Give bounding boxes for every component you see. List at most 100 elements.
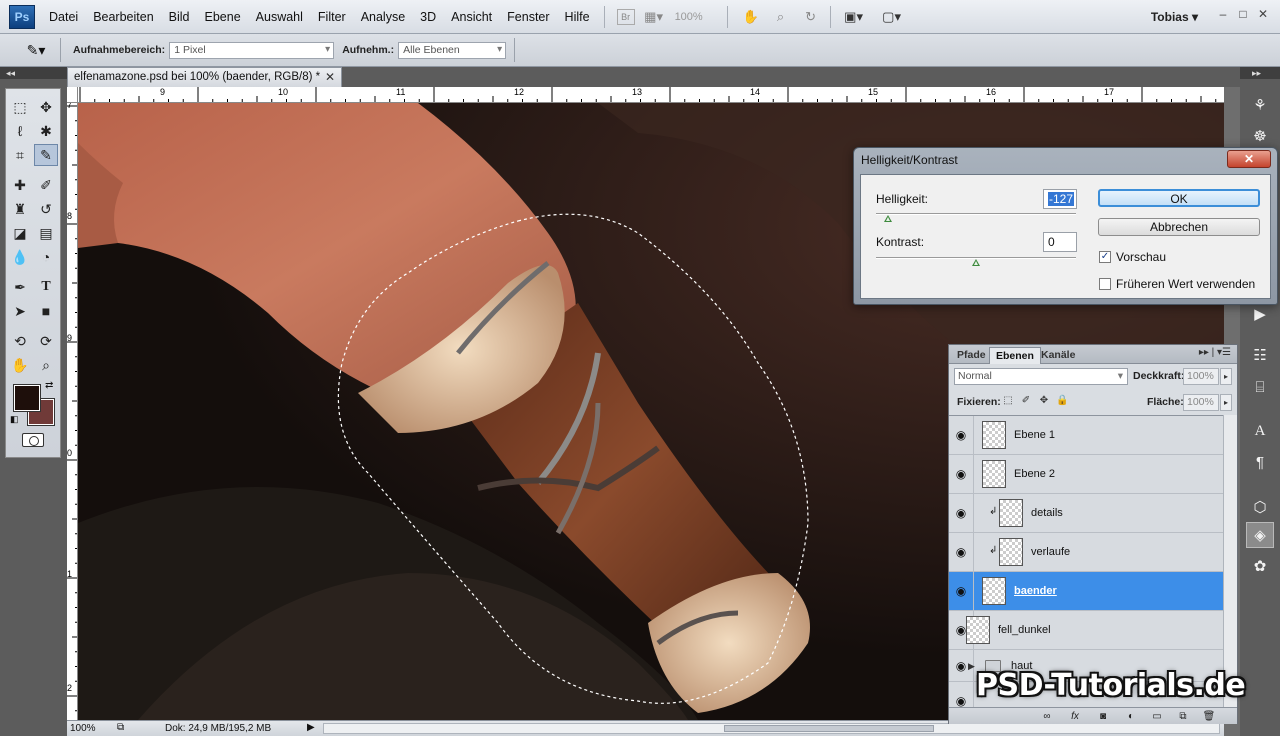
eye-icon[interactable]: ◉ xyxy=(949,455,974,493)
sample-layers-select[interactable]: Alle Ebenen xyxy=(398,41,507,59)
vertical-ruler[interactable]: 7 8 9 0 1 2 xyxy=(67,103,78,720)
sample-area-select[interactable]: 1 Pixel xyxy=(169,41,335,59)
blend-mode-select[interactable]: Normal xyxy=(954,368,1128,385)
adjustment-layer-icon[interactable]: ◐ xyxy=(1123,710,1139,723)
contrast-slider-thumb[interactable] xyxy=(972,259,980,266)
layer-style-icon[interactable]: fx xyxy=(1067,710,1083,723)
dialog-close-button[interactable]: ✕ xyxy=(1227,150,1271,168)
gradient-tool-icon[interactable]: ▤ xyxy=(34,222,58,244)
eye-icon[interactable]: ◉ xyxy=(949,572,974,610)
layer-row[interactable]: ◉ ↲ details xyxy=(949,494,1223,533)
menu-hilfe[interactable]: Hilfe xyxy=(565,10,590,24)
history-brush-tool-icon[interactable]: ↺ xyxy=(34,198,58,220)
brush-tool-icon[interactable]: ✐ xyxy=(34,174,58,196)
add-mask-icon[interactable]: ◙ xyxy=(1095,710,1111,723)
horizontal-scrollbar[interactable] xyxy=(323,723,1220,734)
close-icon[interactable]: ✕ xyxy=(1256,7,1270,21)
info-panel-icon[interactable]: ⌸ xyxy=(1246,374,1274,400)
status-zoom[interactable]: 100% xyxy=(70,723,96,734)
menu-bild[interactable]: Bild xyxy=(169,10,190,24)
eye-icon[interactable]: ◉ xyxy=(949,533,974,571)
workspace-user[interactable]: Tobias ▾ xyxy=(1151,10,1198,24)
dodge-tool-icon[interactable]: ◔ xyxy=(34,246,58,268)
menu-analyse[interactable]: Analyse xyxy=(361,10,405,24)
eraser-tool-icon[interactable]: ◪ xyxy=(8,222,32,244)
blur-tool-icon[interactable]: 💧 xyxy=(8,246,32,268)
hand-tool-icon[interactable]: ✋ xyxy=(8,354,32,376)
panel-menu-icon[interactable]: ▸▸ | ▾☰ xyxy=(1199,347,1231,358)
layer-row[interactable]: ◉ Ebene 1 xyxy=(949,416,1223,455)
move-tool-icon[interactable]: ✥ xyxy=(34,96,58,118)
3d-orbit-tool-icon[interactable]: ⟳ xyxy=(34,330,58,352)
lasso-tool-icon[interactable]: ℓ xyxy=(8,120,32,142)
close-icon[interactable]: ✕ xyxy=(325,70,335,84)
clone-stamp-tool-icon[interactable]: ♜ xyxy=(8,198,32,220)
quick-mask-icon[interactable] xyxy=(22,433,44,447)
ok-button[interactable]: OK xyxy=(1098,189,1260,207)
menu-fenster[interactable]: Fenster xyxy=(507,10,549,24)
dock-collapse-icon[interactable]: ▸▸ xyxy=(1240,67,1280,79)
menu-datei[interactable]: Datei xyxy=(49,10,78,24)
lock-pixels-icon[interactable]: ✐ xyxy=(1020,395,1032,407)
menu-ebene[interactable]: Ebene xyxy=(205,10,241,24)
rotate-view-icon[interactable]: ↻ xyxy=(800,7,822,27)
legacy-checkbox[interactable] xyxy=(1099,278,1111,290)
layer-row-selected[interactable]: ◉ baender xyxy=(949,572,1223,611)
adjustments-panel-icon[interactable]: ⚘ xyxy=(1246,92,1274,118)
eye-icon[interactable]: ◉ xyxy=(949,494,974,532)
document-tab[interactable]: elfenamazone.psd bei 100% (baender, RGB/… xyxy=(67,67,342,87)
status-info-icon[interactable]: ⧉ xyxy=(117,722,124,733)
layer-row[interactable]: ◉ Ebene 2 xyxy=(949,455,1223,494)
tab-ebenen[interactable]: Ebenen xyxy=(989,347,1041,364)
horizontal-scrollbar-thumb[interactable] xyxy=(724,725,934,732)
eyedropper-tool-icon[interactable]: ✎ xyxy=(34,144,58,166)
brightness-slider-thumb[interactable] xyxy=(884,215,892,222)
brightness-input[interactable]: -127 xyxy=(1043,189,1077,209)
layer-row[interactable]: ◉ fell_dunkel xyxy=(949,611,1223,650)
tools-panel-collapse-icon[interactable]: ◂◂ xyxy=(0,67,67,79)
histogram-panel-icon[interactable]: ☷ xyxy=(1246,342,1274,368)
opacity-input[interactable]: 100% xyxy=(1183,368,1219,385)
group-expand-icon[interactable]: ▶ xyxy=(968,661,975,672)
status-menu-arrow-icon[interactable]: ▶ xyxy=(307,722,315,733)
contrast-input[interactable]: 0 xyxy=(1043,232,1077,252)
maximize-icon[interactable]: □ xyxy=(1236,7,1250,21)
arrange-documents-icon[interactable]: ▣▾ xyxy=(843,7,865,27)
navigator-panel-icon[interactable]: ☸ xyxy=(1246,123,1274,149)
default-colors-icon[interactable]: ◧ xyxy=(10,414,19,425)
opacity-slider-arrow-icon[interactable]: ▸ xyxy=(1220,368,1232,385)
menu-filter[interactable]: Filter xyxy=(318,10,346,24)
paragraph-panel-icon[interactable]: ¶ xyxy=(1246,449,1274,475)
path-selection-tool-icon[interactable]: ➤ xyxy=(8,300,32,322)
bridge-icon[interactable]: Br xyxy=(616,8,635,25)
tab-pfade[interactable]: Pfade xyxy=(951,347,992,364)
menu-auswahl[interactable]: Auswahl xyxy=(256,10,303,24)
lock-all-icon[interactable]: 🔒 xyxy=(1056,395,1068,407)
magic-wand-tool-icon[interactable]: ✱ xyxy=(34,120,58,142)
type-tool-icon[interactable]: T xyxy=(34,276,58,298)
channels-panel-icon[interactable]: ✿ xyxy=(1246,553,1274,579)
hand-icon[interactable]: ✋ xyxy=(740,7,762,27)
screen-mode-icon[interactable]: ▢▾ xyxy=(881,7,903,27)
layer-row[interactable]: ◉ ↲ verlaufe xyxy=(949,533,1223,572)
fill-input[interactable]: 100% xyxy=(1183,394,1219,411)
layers-scrollbar[interactable] xyxy=(1223,415,1237,707)
new-layer-icon[interactable]: ⧉ xyxy=(1175,710,1191,723)
cancel-button[interactable]: Abbrechen xyxy=(1098,218,1260,236)
shape-tool-icon[interactable]: ■ xyxy=(34,300,58,322)
swap-colors-icon[interactable]: ⇄ xyxy=(45,380,53,391)
zoom-tool-icon[interactable]: ⌕ xyxy=(34,354,58,376)
eye-icon[interactable]: ◉ xyxy=(949,682,974,707)
preview-checkbox[interactable]: ✓ xyxy=(1099,251,1111,263)
minimize-icon[interactable]: – xyxy=(1216,7,1230,21)
character-panel-icon[interactable]: A xyxy=(1246,418,1274,444)
paths-panel-icon[interactable]: ⬡ xyxy=(1246,494,1274,520)
new-group-icon[interactable]: ▭ xyxy=(1149,710,1165,723)
tab-kanaele[interactable]: Kanäle xyxy=(1035,347,1081,364)
fill-slider-arrow-icon[interactable]: ▸ xyxy=(1220,394,1232,411)
crop-tool-icon[interactable]: ⌗ xyxy=(8,144,32,166)
ruler-origin[interactable] xyxy=(67,87,78,103)
eyedropper-preset-icon[interactable]: ✎▾ xyxy=(20,38,52,62)
photoshop-logo[interactable]: Ps xyxy=(9,4,35,29)
brightness-slider-track[interactable] xyxy=(876,213,1076,215)
